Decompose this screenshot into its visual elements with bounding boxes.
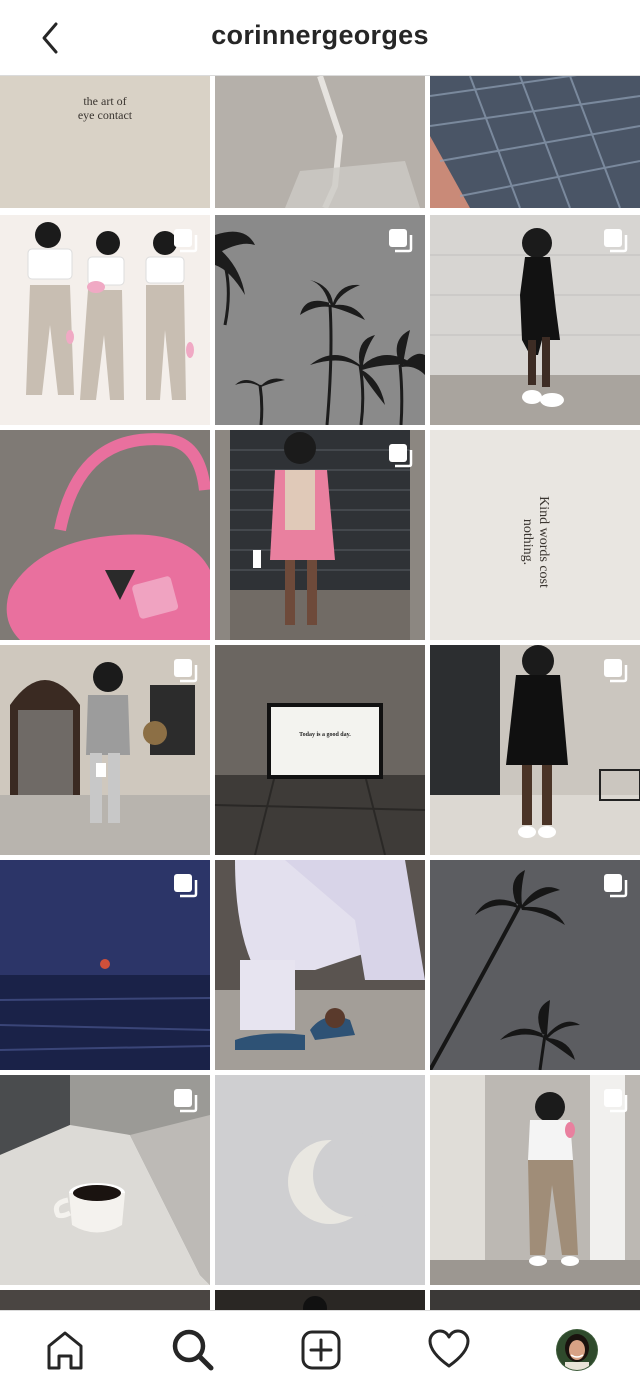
post-overlay-text: the art of eye contact: [77, 94, 133, 122]
avatar: [556, 1329, 598, 1371]
grid-post[interactable]: [430, 215, 640, 425]
nav-new-post[interactable]: [296, 1325, 346, 1375]
grid-post[interactable]: [215, 215, 425, 425]
multi-photo-icon: [389, 229, 413, 253]
grid-post[interactable]: [430, 76, 640, 208]
post-image: [430, 76, 640, 208]
grid-post[interactable]: [0, 430, 210, 640]
grid-post[interactable]: [430, 1290, 640, 1310]
multi-photo-icon: [604, 874, 628, 898]
back-button[interactable]: [30, 18, 70, 58]
posts-grid[interactable]: the art of eye contact Kind words cost n…: [0, 76, 640, 1310]
grid-post[interactable]: the art of eye contact: [0, 76, 210, 208]
home-icon: [47, 1331, 83, 1370]
grid-post[interactable]: [0, 860, 210, 1070]
grid-post[interactable]: [430, 860, 640, 1070]
grid-post[interactable]: [215, 1290, 425, 1310]
post-overlay-text: Today is a good day.: [299, 732, 351, 738]
multi-photo-icon: [604, 229, 628, 253]
grid-post[interactable]: [0, 1290, 210, 1310]
plus-square-icon: [301, 1330, 341, 1370]
multi-photo-icon: [174, 229, 198, 253]
post-image: [215, 645, 425, 855]
grid-post[interactable]: Today is a good day.: [215, 645, 425, 855]
nav-profile[interactable]: [552, 1325, 602, 1375]
grid-post[interactable]: [430, 645, 640, 855]
post-image: [0, 430, 210, 640]
grid-post[interactable]: [430, 1075, 640, 1285]
grid-post[interactable]: [215, 430, 425, 640]
post-image: [215, 1075, 425, 1285]
search-icon: [172, 1329, 214, 1371]
post-overlay-text: Kind words cost nothing.: [520, 496, 551, 588]
grid-post[interactable]: [0, 645, 210, 855]
multi-photo-icon: [174, 1089, 198, 1113]
heart-icon: [428, 1329, 470, 1368]
post-image: [430, 1290, 640, 1310]
multi-photo-icon: [604, 659, 628, 683]
nav-activity[interactable]: [424, 1325, 474, 1375]
chevron-left-icon: [42, 22, 58, 54]
post-image: [215, 860, 425, 1070]
grid-post[interactable]: [0, 1075, 210, 1285]
grid-post[interactable]: [215, 1075, 425, 1285]
top-bar: corinnergeorges: [0, 0, 640, 76]
page-title: corinnergeorges: [211, 20, 429, 50]
grid-post[interactable]: Kind words cost nothing.: [430, 430, 640, 640]
post-image: [215, 76, 425, 208]
nav-search[interactable]: [168, 1325, 218, 1375]
multi-photo-icon: [174, 659, 198, 683]
grid-post[interactable]: [215, 76, 425, 208]
multi-photo-icon: [604, 1089, 628, 1113]
multi-photo-icon: [174, 874, 198, 898]
grid-post[interactable]: [0, 215, 210, 425]
grid-post[interactable]: [215, 860, 425, 1070]
post-image: [215, 1290, 425, 1310]
nav-home[interactable]: [40, 1325, 90, 1375]
bottom-navigation: [0, 1310, 640, 1386]
post-image: [0, 1290, 210, 1310]
multi-photo-icon: [389, 444, 413, 468]
